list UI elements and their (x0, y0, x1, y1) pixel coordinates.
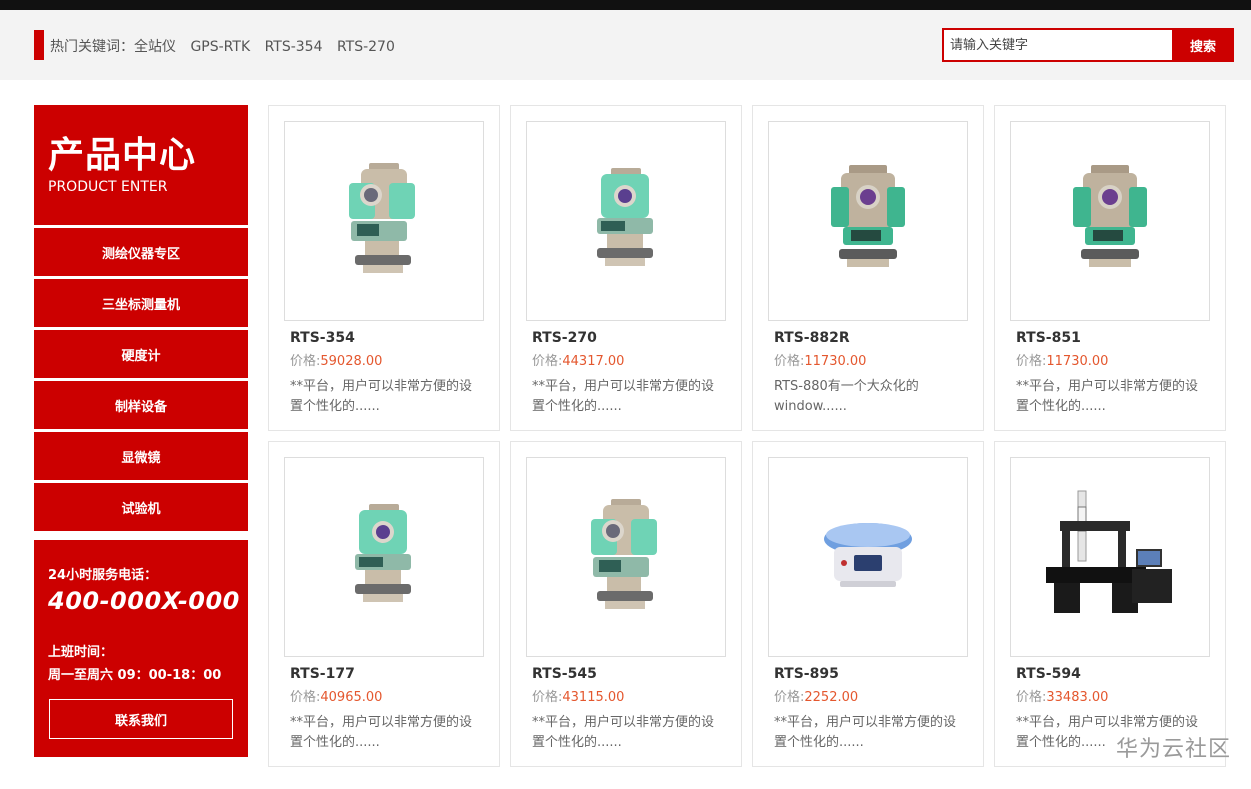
price-value: 11730.00 (1046, 354, 1109, 369)
product-center-subtitle: PRODUCT ENTER (48, 179, 168, 195)
product-card[interactable]: RTS-594 价格:33483.00 **平台，用户可以非常方便的设置个性化的… (994, 441, 1226, 767)
product-image[interactable] (284, 121, 484, 321)
product-name[interactable]: RTS-882R (774, 330, 850, 346)
product-card[interactable]: RTS-545 价格:43115.00 **平台，用户可以非常方便的设置个性化的… (510, 441, 742, 767)
total-station-gray-icon (831, 165, 905, 267)
product-price: 价格:59028.00 (290, 350, 382, 369)
product-price: 价格:2252.00 (774, 686, 858, 705)
search-box: 搜索 (942, 28, 1234, 62)
search-input[interactable] (942, 28, 1172, 62)
product-description: RTS-880有一个大众化的window...... (774, 379, 919, 414)
sidebar-item-cmm[interactable]: 三坐标测量机 (34, 279, 248, 327)
product-description: **平台，用户可以非常方便的设置个性化的...... (290, 715, 473, 750)
product-price: 价格:11730.00 (1016, 350, 1108, 369)
price-label: 价格: (532, 690, 563, 705)
product-card[interactable]: RTS-270 价格:44317.00 **平台，用户可以非常方便的设置个性化的… (510, 105, 742, 431)
phone-label: 24小时服务电话： (48, 568, 158, 583)
product-name[interactable]: RTS-545 (532, 666, 597, 682)
price-label: 价格: (1016, 354, 1047, 369)
total-station-gray-icon (1073, 165, 1147, 267)
product-image[interactable] (768, 121, 968, 321)
product-name[interactable]: RTS-354 (290, 330, 355, 346)
product-card[interactable]: RTS-354 价格:59028.00 **平台，用户可以非常方便的设置个性化的… (268, 105, 500, 431)
product-image[interactable] (284, 457, 484, 657)
price-value: 59028.00 (320, 354, 383, 369)
product-price: 价格:40965.00 (290, 686, 382, 705)
hot-keyword-bar: 热门关键词：全站仪 GPS-RTK RTS-354 RTS-270 搜索 (0, 10, 1251, 80)
price-label: 价格: (774, 354, 805, 369)
cmm-machine-icon (1046, 490, 1172, 613)
working-hours: 周一至周六 09：00-18：00 (48, 668, 222, 683)
product-price: 价格:44317.00 (532, 350, 624, 369)
total-station-icon (349, 163, 415, 273)
product-image[interactable] (768, 457, 968, 657)
price-label: 价格: (1016, 690, 1047, 705)
top-strip (0, 0, 1251, 10)
price-value: 44317.00 (562, 354, 625, 369)
sidebar-item-hardness-tester[interactable]: 硬度计 (34, 330, 248, 378)
contact-us-button[interactable]: 联系我们 (49, 699, 233, 739)
hot-keyword-marker (34, 30, 44, 60)
product-name[interactable]: RTS-895 (774, 666, 839, 682)
product-description: **平台，用户可以非常方便的设置个性化的...... (290, 379, 473, 414)
contact-panel: 24小时服务电话： 400-000X-000 上班时间： 周一至周六 09：00… (34, 540, 248, 757)
watermark: 华为云社区 (1115, 737, 1231, 762)
product-price: 价格:43115.00 (532, 686, 624, 705)
price-value: 33483.00 (1046, 690, 1109, 705)
hot-keyword-link[interactable]: RTS-270 (337, 39, 395, 55)
price-value: 40965.00 (320, 690, 383, 705)
product-sidebar: 产品中心 PRODUCT ENTER 测绘仪器专区 三坐标测量机 硬度计 制样设… (34, 105, 248, 757)
product-name[interactable]: RTS-177 (290, 666, 355, 682)
product-description: **平台，用户可以非常方便的设置个性化的...... (532, 715, 715, 750)
product-name[interactable]: RTS-270 (532, 330, 597, 346)
hot-keyword-link[interactable]: RTS-354 (265, 39, 323, 55)
price-value: 43115.00 (562, 690, 625, 705)
hot-keywords: 热门关键词：全站仪 GPS-RTK RTS-354 RTS-270 (50, 36, 405, 56)
price-label: 价格: (774, 690, 805, 705)
hours-label: 上班时间： (48, 645, 114, 660)
product-price: 价格:11730.00 (774, 350, 866, 369)
hot-keyword-link[interactable]: 全站仪 (134, 39, 176, 55)
product-description: **平台，用户可以非常方便的设置个性化的...... (1016, 379, 1199, 414)
product-card[interactable]: RTS-882R 价格:11730.00 RTS-880有一个大众化的windo… (752, 105, 984, 431)
product-image[interactable] (1010, 121, 1210, 321)
price-value: 2252.00 (804, 690, 859, 705)
product-description: **平台，用户可以非常方便的设置个性化的...... (532, 379, 715, 414)
total-station-icon (597, 168, 653, 266)
sidebar-item-microscope[interactable]: 显微镜 (34, 432, 248, 480)
phone-number: 400-000X-000 (48, 587, 240, 615)
product-image[interactable] (526, 121, 726, 321)
price-value: 11730.00 (804, 354, 867, 369)
product-image[interactable] (526, 457, 726, 657)
price-label: 价格: (290, 690, 321, 705)
search-button[interactable]: 搜索 (1172, 28, 1234, 62)
product-card[interactable]: RTS-895 价格:2252.00 **平台，用户可以非常方便的设置个性化的.… (752, 441, 984, 767)
total-station-icon (591, 499, 657, 609)
sidebar-item-sample-prep[interactable]: 制样设备 (34, 381, 248, 429)
product-image[interactable] (1010, 457, 1210, 657)
total-station-icon (355, 504, 411, 602)
product-card[interactable]: RTS-177 价格:40965.00 **平台，用户可以非常方便的设置个性化的… (268, 441, 500, 767)
hot-keyword-link[interactable]: GPS-RTK (190, 39, 250, 55)
product-card[interactable]: RTS-851 价格:11730.00 **平台，用户可以非常方便的设置个性化的… (994, 105, 1226, 431)
product-center-header: 产品中心 PRODUCT ENTER (34, 105, 248, 225)
product-center-title: 产品中心 (48, 135, 197, 176)
price-label: 价格: (290, 354, 321, 369)
gnss-receiver-icon (824, 523, 912, 587)
product-name[interactable]: RTS-594 (1016, 666, 1081, 682)
sidebar-item-testing-machine[interactable]: 试验机 (34, 483, 248, 531)
hot-keyword-label: 热门关键词： (50, 39, 134, 55)
product-name[interactable]: RTS-851 (1016, 330, 1081, 346)
product-price: 价格:33483.00 (1016, 686, 1108, 705)
sidebar-item-surveying[interactable]: 测绘仪器专区 (34, 228, 248, 276)
product-description: **平台，用户可以非常方便的设置个性化的...... (774, 715, 957, 750)
price-label: 价格: (532, 354, 563, 369)
